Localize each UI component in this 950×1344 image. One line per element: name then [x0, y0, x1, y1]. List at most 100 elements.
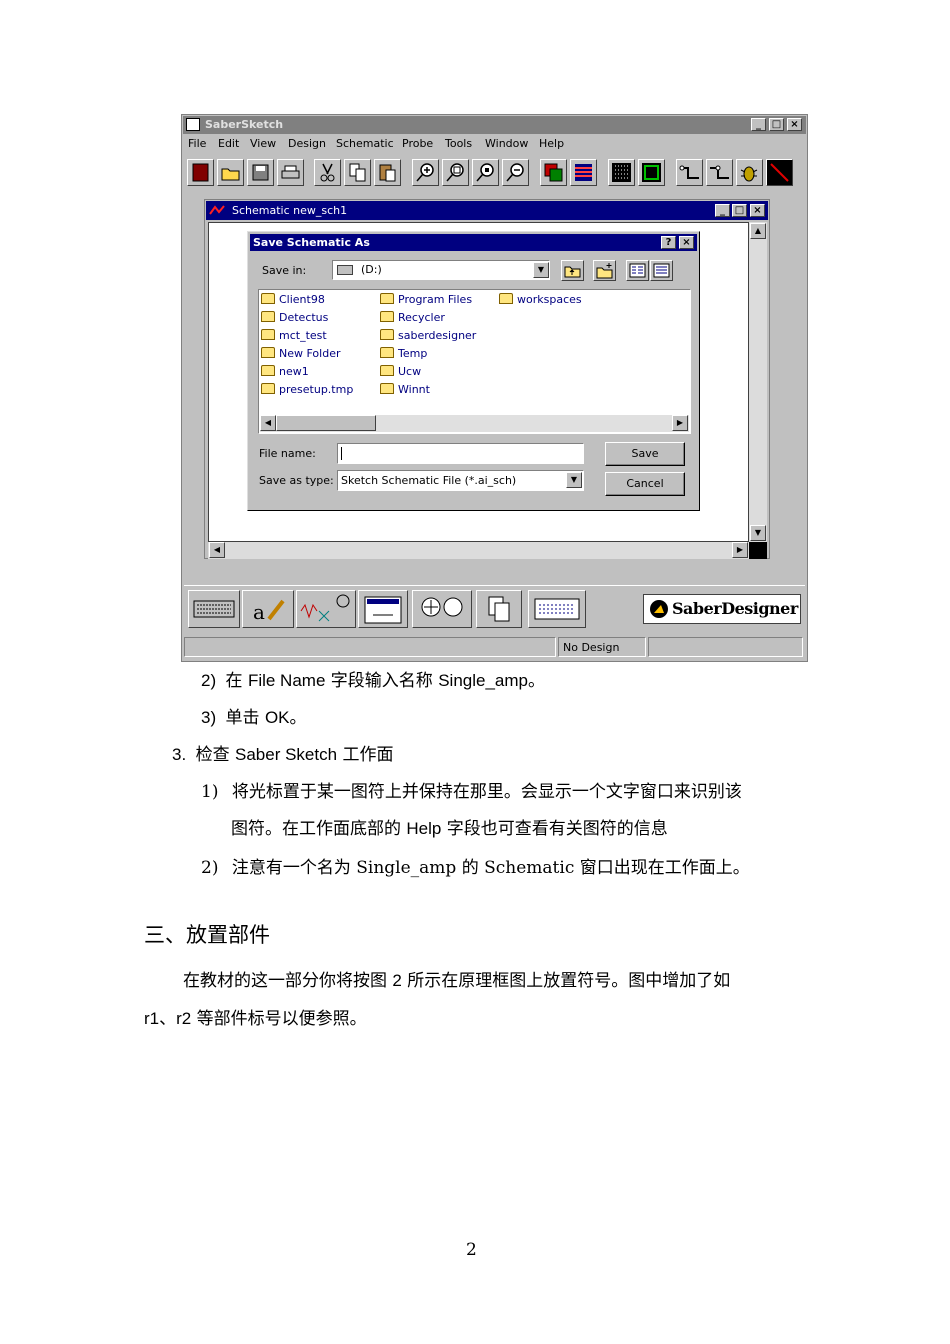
list-item[interactable]: presetup.tmp: [261, 381, 353, 399]
scroll-down-button[interactable]: ▼: [750, 525, 766, 541]
save-in-select[interactable]: (D:) ▼: [332, 260, 550, 280]
save-toolbar-button[interactable]: [247, 159, 274, 186]
zoom-fit-icon: [446, 163, 464, 182]
horizontal-scrollbar[interactable]: ◀ ▶: [208, 542, 749, 559]
scroll-left-button[interactable]: ◀: [209, 542, 225, 558]
section-3: 3. 检查 Saber Sketch 工作面: [172, 745, 394, 765]
open-button[interactable]: [217, 159, 244, 186]
file-name-input[interactable]: [337, 443, 584, 464]
layers-button[interactable]: [540, 159, 567, 186]
main-toolbar: [184, 156, 805, 189]
list-item[interactable]: Program Files: [380, 291, 476, 309]
copy-button[interactable]: [344, 159, 371, 186]
file-list[interactable]: Client98 Detectus mct_test New Folder ne…: [258, 289, 691, 434]
new-folder-button[interactable]: [593, 260, 616, 281]
menu-schematic[interactable]: Schematic: [336, 137, 394, 150]
app-title-bar[interactable]: SaberSketch _ □ ×: [183, 116, 806, 134]
schematic-title-bar[interactable]: Schematic new_sch1 _ □ ×: [206, 201, 768, 220]
status-bar: No Design: [184, 635, 805, 659]
menu-probe[interactable]: Probe: [402, 137, 433, 150]
menu-window[interactable]: Window: [485, 137, 528, 150]
help-button[interactable]: ?: [661, 236, 676, 249]
zoom-in-icon: [416, 163, 434, 182]
save-as-type-select[interactable]: Sketch Schematic File (*.ai_sch) ▼: [337, 470, 584, 491]
probe-button[interactable]: [736, 159, 763, 186]
schematic-maximize-button[interactable]: □: [732, 204, 747, 217]
menu-design[interactable]: Design: [288, 137, 326, 150]
scroll-up-button[interactable]: ▲: [750, 223, 766, 239]
zoom-area-button[interactable]: [472, 159, 499, 186]
pen-button[interactable]: [766, 159, 793, 186]
chevron-down-icon[interactable]: ▼: [533, 262, 549, 278]
list-item[interactable]: Ucw: [380, 363, 476, 381]
simulate-button[interactable]: [412, 590, 472, 628]
list-scroll-right-button[interactable]: ▶: [672, 415, 688, 431]
menu-tools[interactable]: Tools: [445, 137, 472, 150]
drive-icon: [337, 265, 353, 275]
symbol-button[interactable]: [638, 159, 665, 186]
list-item[interactable]: Client98: [261, 291, 353, 309]
vertical-scrollbar[interactable]: ▲ ▼: [749, 222, 767, 542]
list-item[interactable]: Temp: [380, 345, 476, 363]
list-item[interactable]: new1: [261, 363, 353, 381]
cut-button[interactable]: [314, 159, 341, 186]
chevron-down-icon[interactable]: ▼: [566, 472, 582, 488]
new-button[interactable]: [187, 159, 214, 186]
maximize-button[interactable]: □: [769, 118, 784, 131]
menu-view[interactable]: View: [250, 137, 276, 150]
file-column-2: Program Files Recycler saberdesigner Tem…: [380, 291, 476, 399]
layers-icon: [544, 163, 563, 182]
parts-button[interactable]: [296, 590, 356, 628]
close-button[interactable]: ×: [787, 118, 802, 131]
list-item[interactable]: Recycler: [380, 309, 476, 327]
save-as-type-label: Save as type:: [259, 474, 334, 487]
dialog-close-button[interactable]: ×: [679, 236, 694, 249]
zoom-in-button[interactable]: [412, 159, 439, 186]
list-item[interactable]: workspaces: [499, 291, 582, 309]
dialog-title-bar[interactable]: Save Schematic As ? ×: [250, 234, 697, 251]
zoom-fit-button[interactable]: [442, 159, 469, 186]
list-item[interactable]: saberdesigner: [380, 327, 476, 345]
scroll-thumb[interactable]: [276, 415, 376, 431]
print-button[interactable]: [277, 159, 304, 186]
cancel-button[interactable]: Cancel: [605, 472, 685, 496]
save-button[interactable]: Save: [605, 442, 685, 466]
save-icon: [252, 164, 269, 181]
menu-file[interactable]: File: [188, 137, 206, 150]
save-schematic-dialog: Save Schematic As ? × Save in: (D:) ▼ Cl…: [247, 231, 700, 511]
design-status: No Design: [558, 637, 646, 657]
list-item[interactable]: Detectus: [261, 309, 353, 327]
menu-edit[interactable]: Edit: [218, 137, 239, 150]
list-view-button[interactable]: [626, 260, 649, 281]
step-3: 3) 单击 OK。: [201, 708, 307, 728]
list-item[interactable]: mct_test: [261, 327, 353, 345]
scroll-right-button[interactable]: ▶: [732, 542, 748, 558]
zoom-out-button[interactable]: [502, 159, 529, 186]
saber-designer-logo[interactable]: SaberDesigner: [643, 594, 801, 624]
folder-icon: [380, 329, 394, 340]
minimize-button[interactable]: _: [751, 118, 766, 131]
text-tool-button[interactable]: a: [242, 590, 294, 628]
logo-text: SaberDesigner: [672, 599, 798, 618]
netlist-button[interactable]: [570, 159, 597, 186]
documents-button[interactable]: [476, 590, 522, 628]
wire-join-button[interactable]: [706, 159, 733, 186]
up-folder-button[interactable]: [561, 260, 584, 281]
list-item[interactable]: New Folder: [261, 345, 353, 363]
bug-icon: [740, 166, 758, 182]
list-scroll-left-button[interactable]: ◀: [260, 415, 276, 431]
details-view-button[interactable]: [650, 260, 673, 281]
menu-help[interactable]: Help: [539, 137, 564, 150]
list-item[interactable]: Winnt: [380, 381, 476, 399]
schematic-minimize-button[interactable]: _: [715, 204, 730, 217]
paste-button[interactable]: [374, 159, 401, 186]
keyboard-button[interactable]: [188, 590, 240, 628]
item-2: 2) 注意有一个名为 Single_amp 的 Schematic 窗口出现在工…: [201, 858, 750, 878]
schematic-close-button[interactable]: ×: [750, 204, 765, 217]
browser-icon: [364, 596, 402, 624]
grid-button[interactable]: [608, 159, 635, 186]
file-list-scrollbar[interactable]: ◀ ▶: [260, 415, 689, 432]
wire-button[interactable]: [676, 159, 703, 186]
report-button[interactable]: [528, 590, 586, 628]
browser-button[interactable]: [358, 590, 408, 628]
